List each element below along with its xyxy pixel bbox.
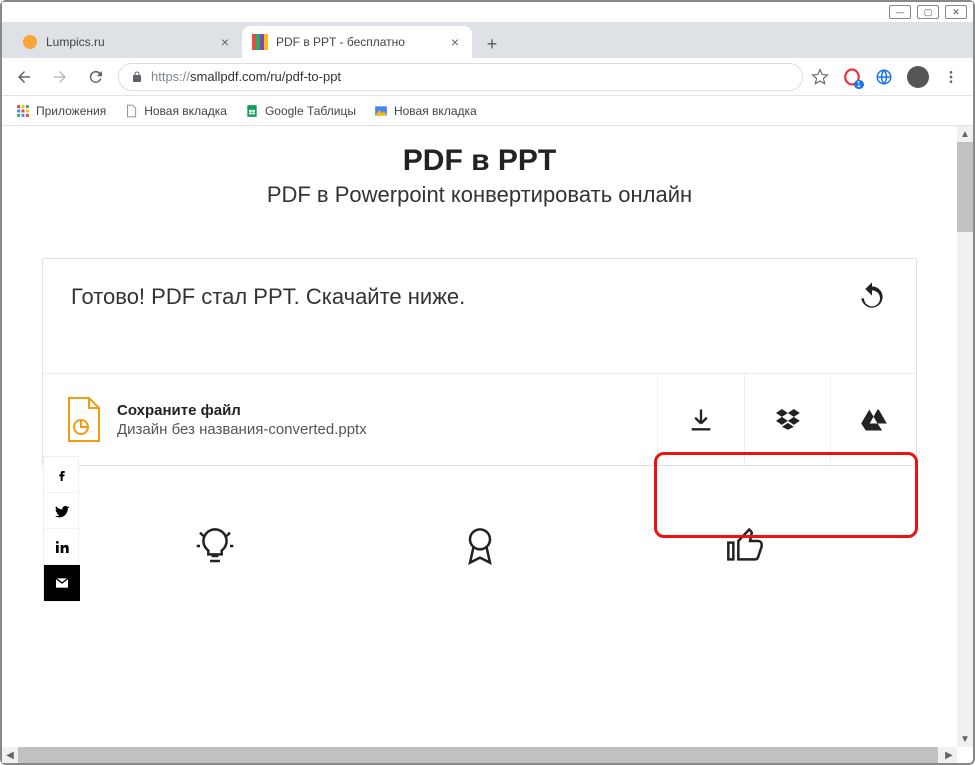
lightbulb-icon xyxy=(195,526,235,566)
tab-close-icon[interactable]: × xyxy=(218,35,232,49)
file-row: Сохраните файл Дизайн без названия-conve… xyxy=(43,373,916,465)
toolbar-right: 1 xyxy=(811,66,965,88)
share-facebook-button[interactable] xyxy=(44,457,80,493)
download-button[interactable] xyxy=(658,374,744,465)
window-minimize-button[interactable]: — xyxy=(889,5,911,19)
window-close-button[interactable]: ✕ xyxy=(945,5,967,19)
bookmark-newtab-1[interactable]: Новая вкладка xyxy=(124,104,227,118)
extension-opera-icon[interactable]: 1 xyxy=(843,68,861,86)
scroll-right-arrow[interactable]: ▶ xyxy=(941,747,957,763)
favicon-lumpics xyxy=(22,34,38,50)
file-icon xyxy=(124,104,138,118)
bookmark-label: Новая вкладка xyxy=(144,104,227,118)
bookmark-label: Новая вкладка xyxy=(394,104,477,118)
bookmark-label: Google Таблицы xyxy=(265,104,356,118)
lock-icon xyxy=(131,70,143,84)
share-twitter-button[interactable] xyxy=(44,493,80,529)
result-message-row: Готово! PDF стал PPT. Скачайте ниже. xyxy=(43,259,916,373)
file-info: Сохраните файл Дизайн без названия-conve… xyxy=(43,374,657,465)
window-maximize-button[interactable]: ▢ xyxy=(917,5,939,19)
page-viewport: PDF в PPT PDF в Powerpoint конвертироват… xyxy=(2,126,973,763)
back-button[interactable] xyxy=(10,63,38,91)
bookmark-newtab-2[interactable]: Новая вкладка xyxy=(374,104,477,118)
apps-button[interactable]: Приложения xyxy=(16,104,106,118)
google-drive-button[interactable] xyxy=(830,374,916,465)
page-subtitle: PDF в Powerpoint конвертировать онлайн xyxy=(42,182,917,208)
reload-icon xyxy=(87,68,105,86)
file-text: Сохраните файл Дизайн без названия-conve… xyxy=(117,402,367,438)
scroll-thumb-v[interactable] xyxy=(957,142,973,232)
menu-icon[interactable] xyxy=(943,69,959,85)
profile-avatar[interactable] xyxy=(907,66,929,88)
twitter-icon xyxy=(54,503,70,519)
result-panel: Готово! PDF стал PPT. Скачайте ниже. xyxy=(42,258,917,466)
horizontal-scrollbar[interactable]: ◀ ▶ xyxy=(2,747,957,763)
forward-button[interactable] xyxy=(46,63,74,91)
mail-icon xyxy=(54,575,70,591)
download-icon xyxy=(687,406,715,434)
sheets-icon xyxy=(245,104,259,118)
award-icon xyxy=(460,526,500,566)
bookmark-label: Приложения xyxy=(36,104,106,118)
linkedin-icon xyxy=(54,539,70,555)
restart-button[interactable] xyxy=(856,281,888,313)
reload-button[interactable] xyxy=(82,63,110,91)
dropbox-button[interactable] xyxy=(744,374,830,465)
tab-strip: Lumpics.ru × PDF в PPT - бесплатно × + xyxy=(2,22,973,58)
scroll-thumb-h[interactable] xyxy=(18,747,938,763)
feature-row xyxy=(42,526,917,596)
status-message: Готово! PDF стал PPT. Скачайте ниже. xyxy=(71,284,465,310)
google-drive-icon xyxy=(859,406,889,434)
globe-icon[interactable] xyxy=(875,68,893,86)
bookmark-gsheets[interactable]: Google Таблицы xyxy=(245,104,356,118)
page-title: PDF в PPT xyxy=(42,144,917,178)
save-actions xyxy=(657,374,916,465)
scroll-down-arrow[interactable]: ▼ xyxy=(957,731,973,747)
tab-title: PDF в PPT - бесплатно xyxy=(276,35,440,49)
bookmarks-bar: Приложения Новая вкладка Google Таблицы … xyxy=(2,96,973,126)
restart-icon xyxy=(856,281,888,313)
social-share-rail xyxy=(43,456,79,602)
scroll-left-arrow[interactable]: ◀ xyxy=(2,747,18,763)
dropbox-icon xyxy=(773,406,803,434)
tab-close-icon[interactable]: × xyxy=(448,35,462,49)
share-email-button[interactable] xyxy=(44,565,80,601)
new-tab-button[interactable]: + xyxy=(478,30,506,58)
arrow-right-icon xyxy=(51,68,69,86)
url-text: https://smallpdf.com/ru/pdf-to-ppt xyxy=(151,69,341,84)
page-heading: PDF в PPT PDF в Powerpoint конвертироват… xyxy=(42,144,917,208)
save-label: Сохраните файл xyxy=(117,402,367,419)
picture-icon xyxy=(374,104,388,118)
thumbs-up-icon xyxy=(725,526,765,566)
facebook-icon xyxy=(54,467,70,483)
content-area: PDF в PPT PDF в Powerpoint конвертироват… xyxy=(2,126,973,763)
window-titlebar: — ▢ ✕ xyxy=(2,2,973,22)
vertical-scrollbar[interactable]: ▲ ▼ xyxy=(957,126,973,747)
tab-title: Lumpics.ru xyxy=(46,35,210,49)
share-linkedin-button[interactable] xyxy=(44,529,80,565)
browser-toolbar: https://smallpdf.com/ru/pdf-to-ppt 1 xyxy=(2,58,973,96)
scroll-up-arrow[interactable]: ▲ xyxy=(957,126,973,142)
star-icon[interactable] xyxy=(811,68,829,86)
pptx-file-icon xyxy=(65,397,101,443)
favicon-smallpdf xyxy=(252,34,268,50)
tab-smallpdf[interactable]: PDF в PPT - бесплатно × xyxy=(242,26,472,58)
tab-lumpics[interactable]: Lumpics.ru × xyxy=(12,26,242,58)
address-bar[interactable]: https://smallpdf.com/ru/pdf-to-ppt xyxy=(118,63,803,91)
file-name: Дизайн без названия-converted.pptx xyxy=(117,421,367,438)
arrow-left-icon xyxy=(15,68,33,86)
browser-window: — ▢ ✕ Lumpics.ru × PDF в PPT - бесплатно… xyxy=(0,0,975,765)
extension-badge: 1 xyxy=(854,80,864,89)
apps-icon xyxy=(16,104,30,118)
